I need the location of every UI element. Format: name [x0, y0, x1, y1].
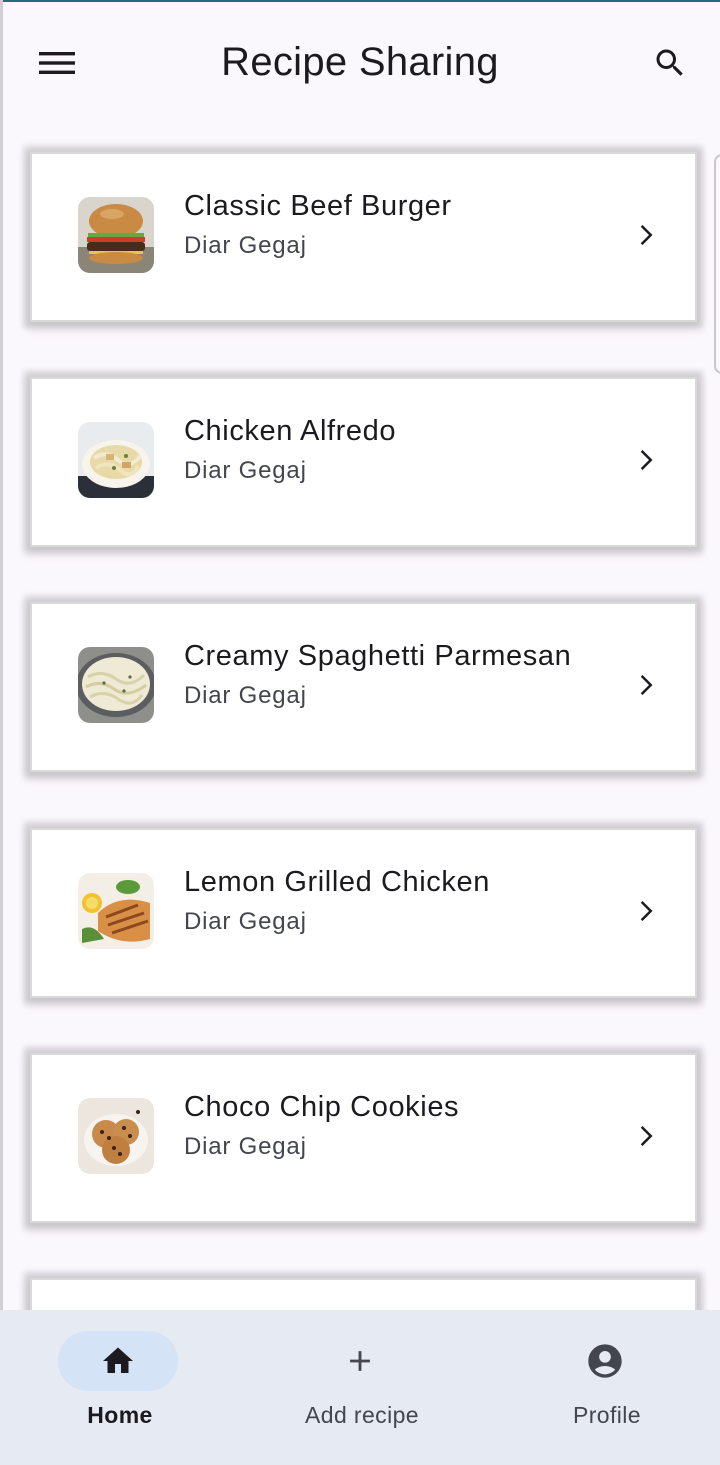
- recipe-thumbnail-alfredo: [78, 422, 154, 498]
- nav-item-profile[interactable]: Profile: [487, 1310, 720, 1465]
- nav-icon-container: [545, 1331, 665, 1391]
- edge-handle[interactable]: [714, 154, 720, 374]
- recipe-card[interactable]: Choco Chip Cookies Diar Gegaj: [30, 1053, 697, 1223]
- account-circle-icon: [588, 1344, 622, 1378]
- recipe-card[interactable]: Chicken Alfredo Diar Gegaj: [30, 377, 697, 547]
- recipe-title: Creamy Spaghetti Parmesan: [184, 640, 572, 672]
- recipe-thumbnail-cookies: [78, 1098, 154, 1174]
- plus-icon: [350, 1351, 370, 1371]
- recipe-card[interactable]: Lemon Grilled Chicken Diar Gegaj: [30, 828, 697, 998]
- recipe-title: Chicken Alfredo: [184, 415, 397, 447]
- nav-icon-container: [300, 1331, 420, 1391]
- recipe-list[interactable]: Classic Beef Burger Diar Gegaj Chicken A…: [0, 0, 720, 1310]
- recipe-title: Classic Beef Burger: [184, 190, 452, 222]
- recipe-thumbnail-grilled-chicken: [78, 873, 154, 949]
- window-left-edge: [0, 0, 3, 1465]
- nav-label-profile: Profile: [573, 1402, 641, 1428]
- recipe-card[interactable]: Creamy Spaghetti Parmesan Diar Gegaj: [30, 602, 697, 772]
- nav-item-add-recipe[interactable]: Add recipe: [242, 1310, 482, 1465]
- chevron-right-icon[interactable]: [630, 896, 660, 926]
- recipe-thumbnail-spaghetti: [78, 647, 154, 723]
- nav-active-indicator: [58, 1331, 178, 1391]
- nav-item-home[interactable]: Home: [0, 1310, 240, 1465]
- chevron-right-icon[interactable]: [630, 670, 660, 700]
- nav-label-add-recipe: Add recipe: [305, 1402, 419, 1428]
- search-icon: [656, 49, 683, 76]
- recipe-card[interactable]: Classic Beef Burger Diar Gegaj: [30, 152, 697, 322]
- chevron-right-icon[interactable]: [630, 445, 660, 475]
- nav-label-home: Home: [87, 1402, 153, 1428]
- recipe-author: Diar Gegaj: [184, 1133, 307, 1160]
- bottom-navigation-bar: Home Add recipe Profile: [0, 1310, 720, 1465]
- recipe-author: Diar Gegaj: [184, 457, 307, 484]
- page-title: Recipe Sharing: [221, 40, 499, 84]
- search-button[interactable]: [642, 36, 698, 90]
- recipe-title: Lemon Grilled Chicken: [184, 866, 490, 898]
- recipe-title: Choco Chip Cookies: [184, 1091, 460, 1123]
- recipe-author: Diar Gegaj: [184, 908, 307, 935]
- chevron-right-icon[interactable]: [630, 1121, 660, 1151]
- recipe-author: Diar Gegaj: [184, 232, 307, 259]
- top-app-bar: Recipe Sharing: [0, 0, 720, 128]
- chevron-right-icon[interactable]: [630, 220, 660, 250]
- recipe-author: Diar Gegaj: [184, 682, 307, 709]
- home-icon: [103, 1347, 133, 1373]
- recipe-card-partial[interactable]: [30, 1278, 697, 1310]
- recipe-thumbnail-burger: [78, 197, 154, 273]
